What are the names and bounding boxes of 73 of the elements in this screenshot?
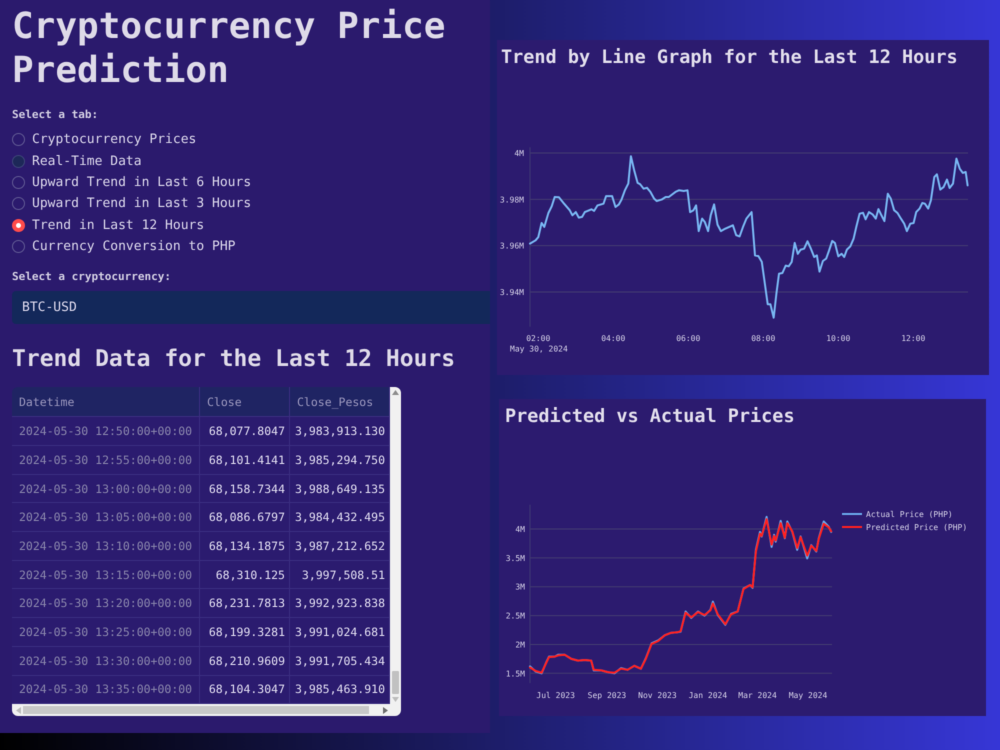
- table-cell: 2024-05-30 12:55:00+00:00: [12, 446, 200, 475]
- table-cell: 68,086.6797: [200, 503, 290, 532]
- table-cell: 68,077.8047: [200, 417, 290, 446]
- y-tick-label: 1.5M: [506, 669, 525, 678]
- table-cell: 68,231.7813: [200, 589, 290, 618]
- radio-button[interactable]: [12, 240, 25, 254]
- y-tick-label: 4M: [514, 149, 524, 158]
- table-cell: 68,310.125: [200, 560, 290, 590]
- chart-title: Trend by Line Graph for the Last 12 Hours: [501, 46, 958, 70]
- radio-option[interactable]: Cryptocurrency Prices: [12, 129, 252, 150]
- field-label: Select a tab:: [12, 107, 98, 123]
- legend-label[interactable]: Predicted Price (PHP): [866, 523, 968, 532]
- x-tick-label: Mar 2024: [738, 691, 777, 700]
- y-tick-label: 4M: [515, 525, 525, 534]
- column-header[interactable]: Close_Pesos: [290, 387, 390, 418]
- x-tick-label: Nov 2023: [638, 691, 677, 700]
- radio-button[interactable]: [12, 176, 25, 189]
- y-tick-label: 2.5M: [506, 612, 525, 621]
- left-arrow-icon[interactable]: [16, 706, 21, 714]
- right-arrow-icon[interactable]: [383, 706, 388, 714]
- table-cell: 2024-05-30 13:00:00+00:00: [12, 474, 200, 504]
- table-cell: 68,199.3281: [200, 618, 290, 647]
- radio-option[interactable]: Currency Conversion to PHP: [12, 236, 252, 258]
- radio-button[interactable]: [12, 197, 25, 210]
- axis-date-label: May 30, 2024: [510, 344, 568, 354]
- page-title: Cryptocurrency Price Prediction: [12, 5, 446, 93]
- table-cell: 2024-05-30 13:20:00+00:00: [12, 589, 200, 618]
- column-header[interactable]: Datetime: [12, 387, 200, 418]
- y-tick-label: 3.96M: [500, 242, 524, 251]
- x-tick-label: Jan 2024: [688, 691, 728, 700]
- y-tick-label: 3.5M: [506, 554, 525, 563]
- scrollbar-thumb[interactable]: [23, 706, 369, 714]
- y-tick-label: 2M: [515, 640, 525, 650]
- table-cell: 2024-05-30 13:15:00+00:00: [12, 560, 200, 590]
- x-tick-label: 04:00: [601, 334, 626, 343]
- x-tick-label: May 2024: [788, 691, 828, 700]
- section-heading: Trend Data for the Last 12 Hours: [12, 345, 456, 374]
- scrollbar-thumb[interactable]: [392, 671, 399, 694]
- radio-option[interactable]: Trend in Last 12 Hours: [12, 214, 252, 236]
- radio-option[interactable]: Real-Time Data: [12, 150, 252, 172]
- chart-title: Predicted vs Actual Prices: [505, 405, 795, 429]
- column-header[interactable]: Close: [200, 387, 290, 418]
- legend-label[interactable]: Actual Price (PHP): [866, 510, 953, 519]
- up-arrow-icon[interactable]: [392, 390, 399, 396]
- table-cell: 68,210.9609: [200, 646, 290, 676]
- table-cell: 2024-05-30 13:25:00+00:00: [12, 618, 200, 647]
- table-cell: 68,101.4141: [200, 446, 290, 475]
- radio-option[interactable]: Upward Trend in Last 3 Hours: [12, 193, 252, 215]
- x-tick-label: 06:00: [676, 334, 700, 343]
- table-cell: 68,158.7344: [200, 474, 290, 504]
- x-tick-label: 02:00: [526, 334, 550, 343]
- y-tick-label: 3M: [515, 582, 525, 592]
- table-cell: 2024-05-30 13:10:00+00:00: [12, 532, 200, 561]
- radio-button[interactable]: [12, 218, 25, 232]
- radio-button[interactable]: [12, 154, 25, 168]
- table-cell: 2024-05-30 13:05:00+00:00: [12, 503, 200, 532]
- table-cell: 2024-05-30 12:50:00+00:00: [12, 417, 200, 446]
- x-tick-label: 12:00: [901, 334, 926, 343]
- currency-select[interactable]: BTC-USD: [12, 291, 490, 324]
- horizontal-scrollbar[interactable]: [12, 704, 401, 716]
- x-tick-label: Sep 2023: [588, 691, 626, 700]
- x-tick-label: 10:00: [826, 334, 850, 343]
- down-arrow-icon[interactable]: [392, 697, 399, 702]
- table-cell: 68,134.1875: [200, 532, 290, 561]
- field-label: Select a cryptocurrency:: [12, 269, 171, 286]
- radio-option[interactable]: Upward Trend in Last 6 Hours: [12, 172, 252, 194]
- vertical-scrollbar[interactable]: [390, 387, 401, 704]
- table-cell: 2024-05-30 13:30:00+00:00: [12, 646, 200, 676]
- radio-button[interactable]: [12, 133, 25, 146]
- x-tick-label: 08:00: [751, 334, 776, 343]
- x-tick-label: Jul 2023: [536, 691, 575, 700]
- y-tick-label: 3.98M: [500, 195, 524, 204]
- y-tick-label: 3.94M: [500, 288, 524, 297]
